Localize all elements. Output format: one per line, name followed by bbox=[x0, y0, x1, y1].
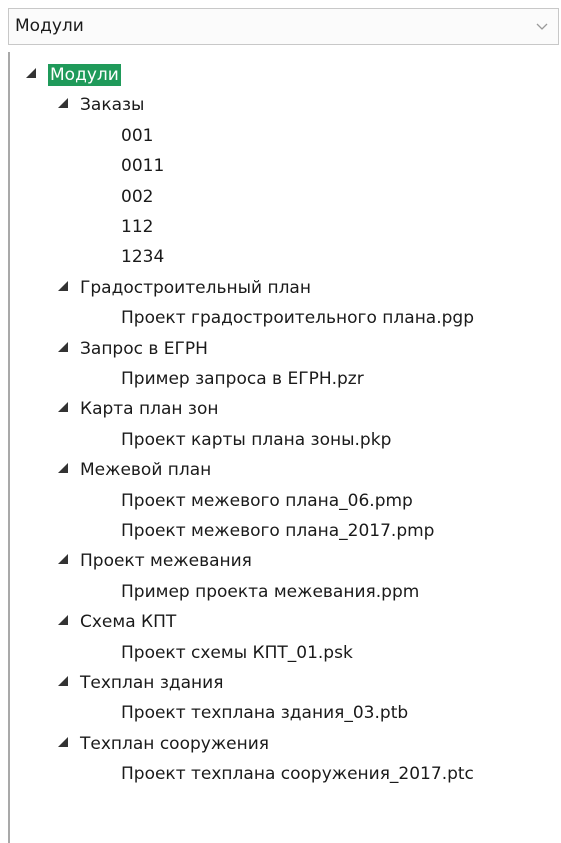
tree-leaf-item[interactable]: 0011 bbox=[121, 151, 164, 181]
chevron-down-icon[interactable] bbox=[536, 21, 548, 31]
tree-leaf-item[interactable]: Проект межевого плана_2017.pmp bbox=[121, 516, 434, 546]
expanded-triangle-icon[interactable] bbox=[58, 98, 68, 109]
tree-group-node[interactable]: Запрос в ЕГРН bbox=[58, 334, 208, 364]
expanded-triangle-icon[interactable] bbox=[58, 615, 68, 626]
tree-leaf-item[interactable]: Проект техплана сооружения_2017.ptc bbox=[121, 759, 474, 789]
expanded-triangle-icon[interactable] bbox=[58, 280, 68, 291]
expanded-triangle-icon[interactable] bbox=[58, 676, 68, 686]
tree-leaf-item[interactable]: 001 bbox=[121, 121, 153, 151]
tree-leaf-item[interactable]: Проект техплана здания_03.ptb bbox=[121, 698, 408, 728]
tree-root-label: Модули bbox=[48, 64, 121, 86]
tree-group-label: Проект межевания bbox=[80, 551, 252, 572]
tree-group-label: Техплан сооружения bbox=[80, 733, 269, 754]
module-select-value: Модули bbox=[15, 16, 84, 36]
tree-group-label: Заказы bbox=[80, 95, 145, 116]
expanded-triangle-icon[interactable] bbox=[58, 402, 68, 413]
tree-leaf-item[interactable]: Пример запроса в ЕГРН.pzr bbox=[121, 364, 364, 394]
tree-leaf-item[interactable]: 1234 bbox=[121, 242, 164, 272]
tree-group-label: Градостроительный план bbox=[80, 277, 311, 298]
tree-group-label: Карта план зон bbox=[80, 399, 219, 420]
tree-group-label: Запрос в ЕГРН bbox=[80, 338, 208, 359]
tree-group-node[interactable]: Карта план зон bbox=[58, 394, 218, 424]
tree-leaf-item[interactable]: Проект карты плана зоны.pkp bbox=[121, 425, 391, 455]
tree-leaf-item[interactable]: Пример проекта межевания.ppm bbox=[121, 577, 419, 607]
expanded-triangle-icon[interactable] bbox=[58, 554, 68, 565]
tree-leaf-item[interactable]: 002 bbox=[121, 182, 153, 212]
tree-group-node[interactable]: Заказы bbox=[58, 90, 144, 120]
tree-group-node[interactable]: Схема КПТ bbox=[58, 607, 176, 637]
tree-leaf-item[interactable]: 112 bbox=[121, 212, 153, 242]
tree-group-node[interactable]: Техплан здания bbox=[58, 668, 223, 698]
expanded-triangle-icon[interactable] bbox=[58, 341, 68, 352]
tree-root-node[interactable]: Модули bbox=[26, 60, 121, 90]
tree-group-node[interactable]: Градостроительный план bbox=[58, 273, 311, 303]
tree-group-node[interactable]: Межевой план bbox=[58, 455, 211, 485]
tree-group-label: Техплан здания bbox=[80, 673, 224, 693]
tree-leaf-item[interactable]: Проект градостроительного плана.pgp bbox=[121, 303, 474, 333]
module-select[interactable]: Модули bbox=[8, 8, 559, 45]
module-tree: Модули Заказы 001 0011 002 112 1234 Градострои… bbox=[8, 52, 561, 843]
expanded-triangle-icon[interactable] bbox=[58, 736, 68, 747]
tree-leaf-item[interactable]: Проект схемы КПТ_01.psk bbox=[121, 638, 353, 668]
tree-group-label: Схема КПТ bbox=[80, 612, 177, 633]
tree-leaf-item[interactable]: Проект межевого плана_06.pmp bbox=[121, 486, 413, 516]
tree-group-node[interactable]: Техплан сооружения bbox=[58, 729, 269, 759]
expanded-triangle-icon[interactable] bbox=[58, 463, 68, 474]
tree-group-label: Межевой план bbox=[80, 460, 212, 481]
tree-group-node[interactable]: Проект межевания bbox=[58, 546, 252, 576]
expanded-triangle-icon[interactable] bbox=[26, 68, 36, 78]
